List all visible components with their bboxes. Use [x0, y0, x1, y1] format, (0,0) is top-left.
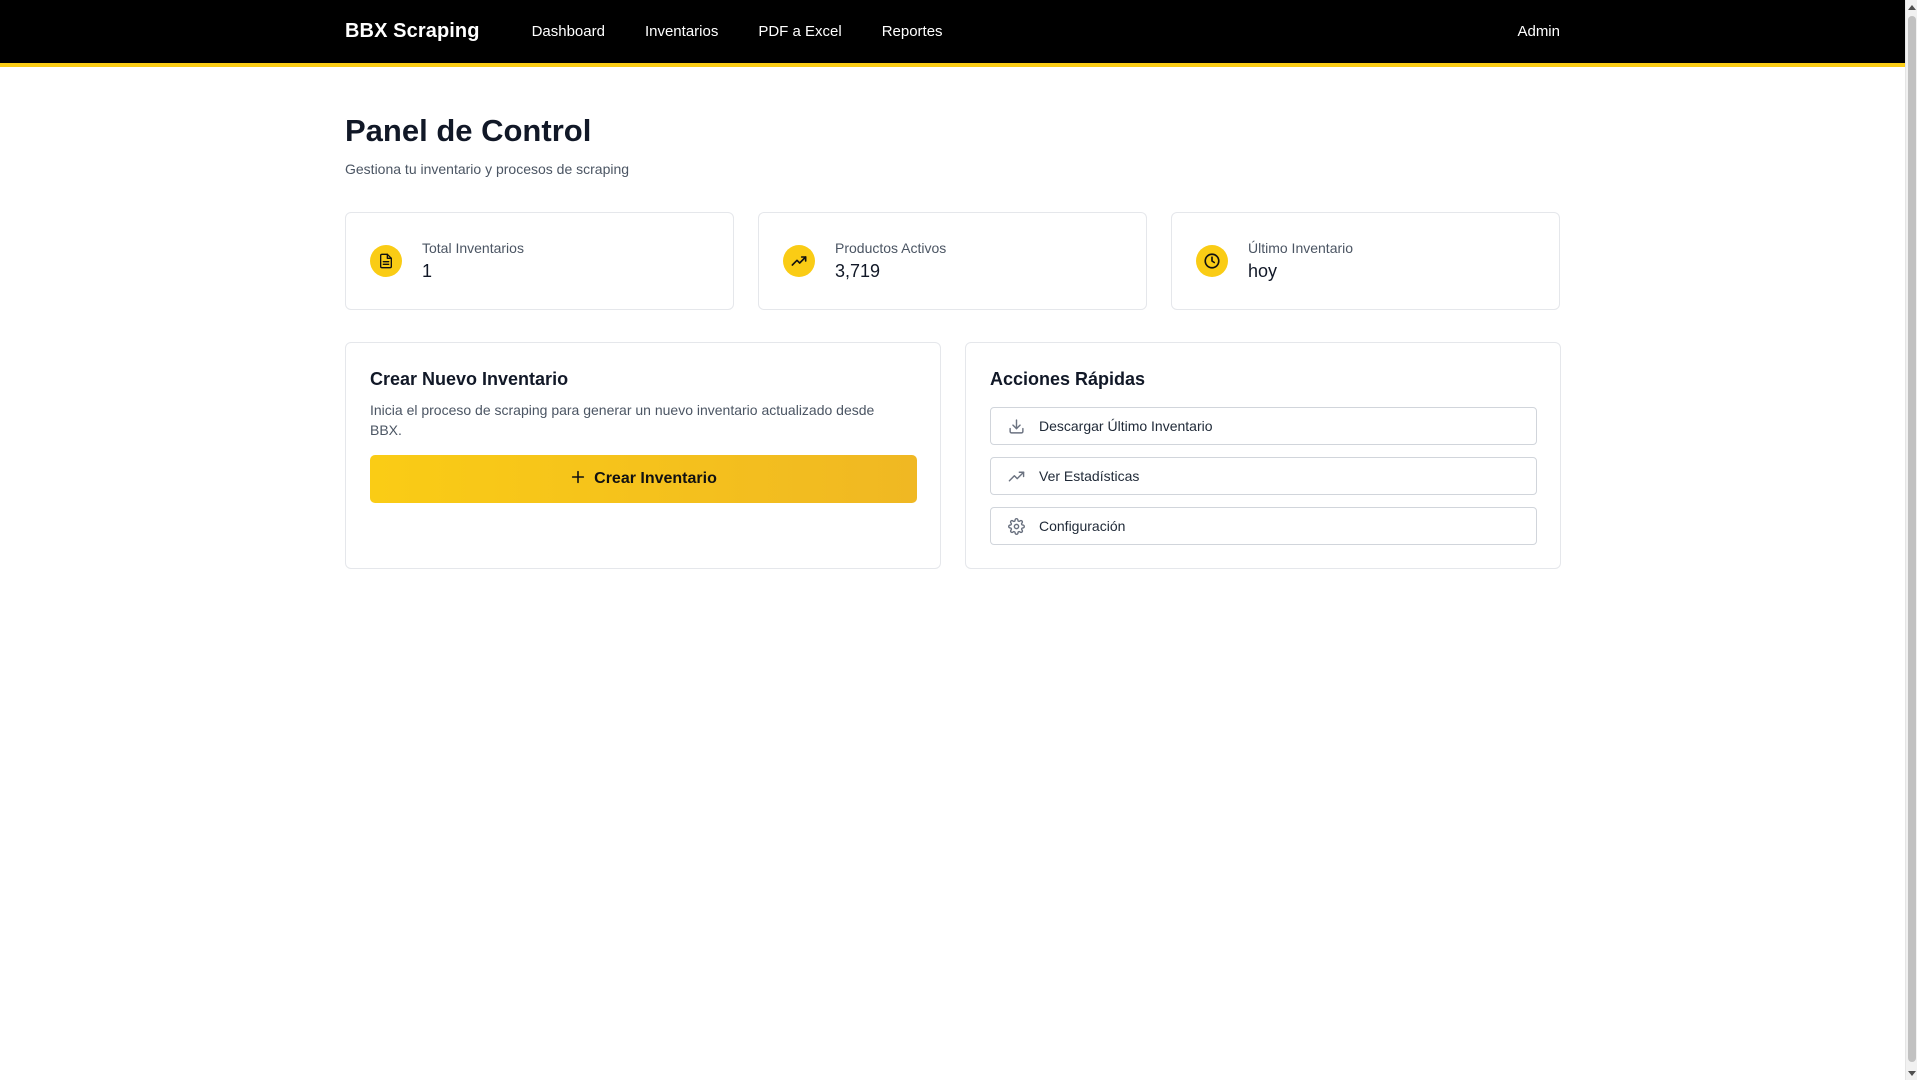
download-icon [1007, 417, 1025, 435]
create-inventory-button[interactable]: Crear Inventario [370, 455, 917, 503]
action-label: Configuración [1039, 518, 1126, 534]
nav-link-inventarios[interactable]: Inventarios [645, 23, 718, 40]
stat-label: Total Inventarios [422, 240, 524, 256]
scroll-up-arrow-icon[interactable] [1906, 0, 1917, 14]
panel-title: Crear Nuevo Inventario [370, 369, 569, 389]
trending-up-icon [1007, 467, 1025, 485]
scroll-down-arrow-icon[interactable] [1906, 1066, 1917, 1080]
user-menu[interactable]: Admin [1517, 23, 1560, 40]
nav-link-pdf-excel[interactable]: PDF a Excel [758, 23, 841, 40]
panel-description: Inicia el proceso de scraping para gener… [370, 402, 875, 438]
nav-link-reportes[interactable]: Reportes [882, 23, 943, 40]
stat-card-productos-activos: Productos Activos 3,719 [758, 212, 1147, 310]
clock-icon [1196, 245, 1228, 277]
create-inventory-label: Crear Inventario [594, 470, 717, 487]
panel-title: Acciones Rápidas [990, 369, 1146, 389]
stat-value: 1 [422, 261, 433, 281]
stat-value: 3,719 [835, 261, 881, 281]
settings-button[interactable]: Configuración [990, 507, 1537, 545]
scrollbar-thumb[interactable] [1908, 16, 1916, 1062]
nav-link-dashboard[interactable]: Dashboard [532, 23, 605, 40]
stat-value: hoy [1248, 261, 1278, 281]
gear-icon [1007, 517, 1025, 535]
action-label: Ver Estadísticas [1039, 468, 1140, 484]
create-inventory-panel: Crear Nuevo Inventario Inicia el proceso… [345, 342, 941, 569]
plus-icon [570, 469, 586, 489]
page-subtitle: Gestiona tu inventario y procesos de scr… [345, 161, 630, 177]
vertical-scrollbar[interactable] [1905, 0, 1917, 1080]
trending-up-icon [783, 245, 815, 277]
action-label: Descargar Último Inventario [1039, 418, 1213, 434]
stat-card-total-inventarios: Total Inventarios 1 [345, 212, 734, 310]
stat-label: Último Inventario [1248, 240, 1354, 256]
document-icon [370, 245, 402, 277]
brand-logo[interactable]: BBX Scraping [345, 20, 480, 43]
stat-label: Productos Activos [835, 240, 947, 256]
stat-card-ultimo-inventario: Último Inventario hoy [1171, 212, 1560, 310]
page-title: Panel de Control [345, 113, 592, 148]
top-navbar: BBX Scraping Dashboard Inventarios PDF a… [0, 0, 1905, 67]
quick-actions-panel: Acciones Rápidas Descargar Último Invent… [965, 342, 1561, 569]
download-latest-inventory-button[interactable]: Descargar Último Inventario [990, 407, 1537, 445]
view-statistics-button[interactable]: Ver Estadísticas [990, 457, 1537, 495]
